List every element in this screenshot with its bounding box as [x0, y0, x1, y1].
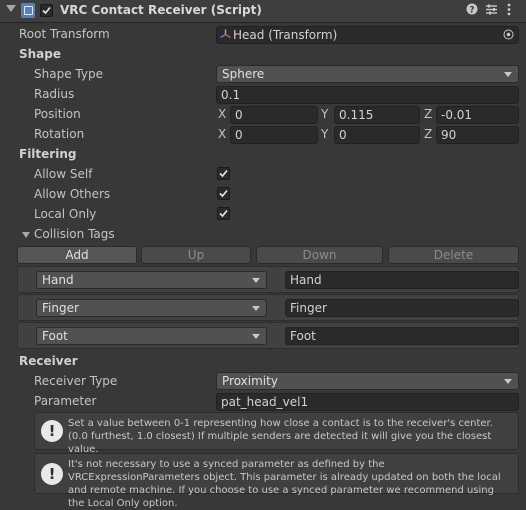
radius-label: Radius: [34, 87, 75, 101]
tag-dropdown[interactable]: Hand: [36, 271, 267, 289]
delete-tag-button[interactable]: Delete: [388, 246, 519, 264]
collision-tags-label[interactable]: Collision Tags: [34, 227, 115, 241]
chevron-down-icon: [504, 379, 512, 384]
rotation-z-field[interactable]: 90: [436, 126, 519, 144]
filtering-heading: Filtering: [19, 147, 77, 161]
receiver-heading: Receiver: [19, 354, 78, 368]
position-label: Position: [34, 107, 81, 121]
script-icon: [21, 3, 35, 18]
allow-others-label: Allow Others: [34, 187, 111, 201]
receiver-type-label: Receiver Type: [34, 374, 118, 388]
foldout-chevron-icon[interactable]: [6, 5, 16, 12]
component-enabled-checkbox[interactable]: [40, 4, 53, 17]
allow-self-checkbox[interactable]: [217, 167, 230, 180]
help-box-synced-parameter: ! It's not necessary to use a synced par…: [34, 453, 519, 509]
chevron-down-icon: [504, 72, 512, 77]
rotation-x-field[interactable]: 0: [230, 126, 318, 144]
chevron-down-icon: [252, 306, 260, 311]
tag-dropdown-value: Foot: [42, 329, 68, 343]
rotation-y-label[interactable]: Y: [321, 127, 328, 141]
rotation-y-field[interactable]: 0: [334, 126, 420, 144]
position-z-field[interactable]: -0.01: [436, 106, 519, 124]
receiver-type-value: Proximity: [222, 374, 278, 388]
chevron-down-icon: [252, 278, 260, 283]
local-only-checkbox[interactable]: [217, 207, 230, 220]
chevron-down-icon: [252, 334, 260, 339]
rotation-z-label[interactable]: Z: [424, 127, 432, 141]
position-y-label[interactable]: Y: [321, 107, 328, 121]
object-picker-icon[interactable]: [503, 29, 514, 43]
preset-icon[interactable]: [485, 3, 498, 20]
help-text: Set a value between 0-1 representing how…: [68, 418, 493, 455]
shape-type-label: Shape Type: [34, 67, 103, 81]
shape-heading: Shape: [19, 47, 62, 61]
shape-type-value: Sphere: [222, 67, 265, 81]
component-title: VRC Contact Receiver (Script): [60, 3, 262, 17]
add-tag-button[interactable]: Add: [17, 246, 137, 264]
radius-field[interactable]: 0.1: [216, 86, 519, 104]
help-icon[interactable]: ?: [466, 3, 478, 19]
position-z-label[interactable]: Z: [424, 107, 432, 121]
move-up-button[interactable]: Up: [141, 246, 251, 264]
local-only-label: Local Only: [34, 207, 97, 221]
parameter-label: Parameter: [34, 394, 97, 408]
allow-self-label: Allow Self: [34, 167, 93, 181]
rotation-label: Rotation: [34, 127, 85, 141]
position-x-label[interactable]: X: [218, 107, 226, 121]
help-box-proximity: ! Set a value between 0-1 representing h…: [34, 412, 519, 455]
root-transform-label: Root Transform: [19, 27, 110, 41]
warning-icon: !: [41, 463, 63, 485]
position-y-field[interactable]: 0.115: [334, 106, 420, 124]
svg-text:?: ?: [469, 6, 474, 16]
position-x-field[interactable]: 0: [230, 106, 318, 124]
collision-tags-foldout-icon[interactable]: [22, 232, 30, 238]
tag-field[interactable]: Foot: [285, 327, 519, 345]
rotation-x-label[interactable]: X: [218, 127, 226, 141]
receiver-type-dropdown[interactable]: Proximity: [216, 372, 519, 390]
tag-dropdown-value: Finger: [42, 301, 79, 315]
help-text: It's not necessary to use a synced param…: [68, 459, 501, 509]
warning-icon: !: [41, 420, 63, 442]
parameter-field[interactable]: pat_head_vel1: [216, 393, 519, 411]
root-transform-field[interactable]: Head (Transform): [216, 26, 519, 44]
shape-type-dropdown[interactable]: Sphere: [216, 65, 519, 83]
tag-dropdown[interactable]: Foot: [36, 327, 267, 345]
tag-field[interactable]: Finger: [285, 299, 519, 317]
tag-field[interactable]: Hand: [285, 271, 519, 289]
allow-others-checkbox[interactable]: [217, 187, 230, 200]
tag-dropdown-value: Hand: [42, 273, 74, 287]
transform-icon: [220, 29, 231, 43]
tag-dropdown[interactable]: Finger: [36, 299, 267, 317]
kebab-menu-icon[interactable]: [506, 3, 512, 20]
move-down-button[interactable]: Down: [256, 246, 383, 264]
root-transform-value: Head (Transform): [233, 28, 338, 42]
